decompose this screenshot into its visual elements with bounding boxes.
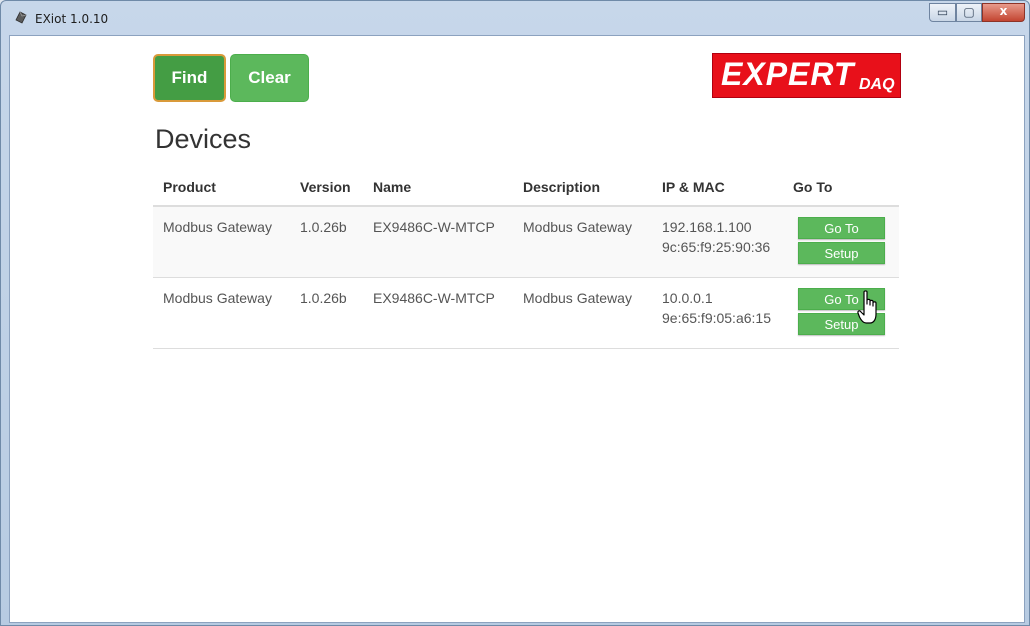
cell-name: EX9486C-W-MTCP	[373, 219, 495, 235]
cell-ip: 10.0.0.1	[662, 290, 713, 306]
cell-mac: 9c:65:f9:25:90:36	[662, 239, 771, 255]
hand-pointer-icon	[857, 290, 877, 324]
cell-mac: 9e:65:f9:05:a6:15	[662, 310, 771, 326]
cell-version: 1.0.26b	[300, 219, 347, 235]
minimize-icon: ▭	[936, 5, 949, 19]
cell-description: Modbus Gateway	[523, 219, 632, 235]
maximize-button[interactable]: ▢	[956, 3, 982, 22]
minimize-button[interactable]: ▭	[929, 3, 956, 22]
maximize-icon: ▢	[963, 5, 975, 19]
find-button[interactable]: Find	[153, 54, 226, 102]
table-row: Modbus Gateway 1.0.26b EX9486C-W-MTCP Mo…	[153, 207, 899, 278]
page-title: Devices	[155, 124, 252, 154]
app-icon	[15, 11, 27, 24]
clear-button[interactable]: Clear	[230, 54, 309, 102]
header-goto: Go To	[793, 179, 833, 195]
cell-description: Modbus Gateway	[523, 290, 632, 306]
expertdaq-logo: EXPERT DAQ	[712, 53, 901, 98]
goto-button[interactable]: Go To	[798, 217, 885, 239]
close-icon: x	[999, 4, 1008, 18]
table-row: Modbus Gateway 1.0.26b EX9486C-W-MTCP Mo…	[153, 278, 899, 349]
cell-version: 1.0.26b	[300, 290, 347, 306]
header-ip-mac: IP & MAC	[662, 179, 725, 195]
title-bar[interactable]: EXiot 1.0.10 ▭ ▢ x	[1, 1, 1029, 35]
logo-sub-text: DAQ	[859, 76, 895, 93]
header-name: Name	[373, 179, 412, 195]
cell-ip: 192.168.1.100	[662, 219, 752, 235]
header-description: Description	[523, 179, 601, 195]
close-button[interactable]: x	[982, 3, 1025, 22]
devices-table: Product Version Name Description IP & MA…	[153, 171, 899, 349]
header-version: Version	[300, 179, 351, 195]
content-area: Find Clear EXPERT DAQ Devices Product Ve…	[9, 35, 1025, 623]
window-title: EXiot 1.0.10	[35, 12, 109, 26]
header-product: Product	[163, 179, 216, 195]
app-window: EXiot 1.0.10 ▭ ▢ x Find Clear EXPERT DAQ…	[0, 0, 1030, 626]
logo-main-text: EXPERT	[721, 56, 855, 92]
table-header: Product Version Name Description IP & MA…	[153, 171, 899, 207]
cell-product: Modbus Gateway	[163, 219, 272, 235]
cell-name: EX9486C-W-MTCP	[373, 290, 495, 306]
cell-product: Modbus Gateway	[163, 290, 272, 306]
setup-button[interactable]: Setup	[798, 242, 885, 264]
